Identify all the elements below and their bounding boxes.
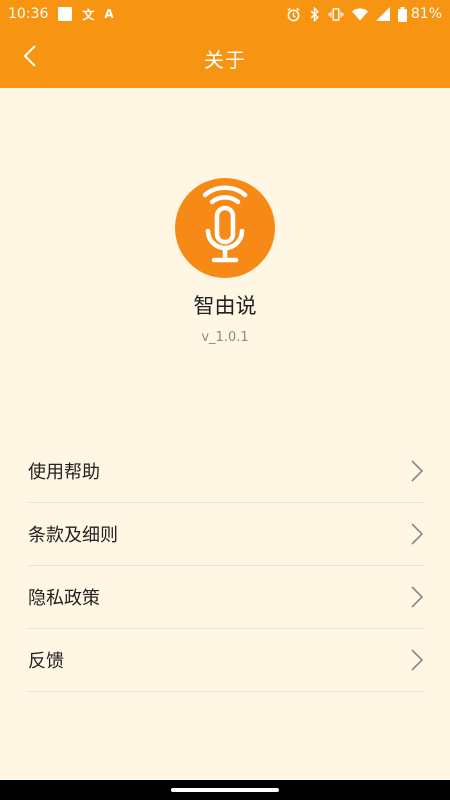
notification-glyph-a: A: [104, 7, 114, 21]
home-gesture-handle[interactable]: [171, 788, 279, 792]
vibrate-icon: [328, 7, 344, 22]
back-button[interactable]: [8, 36, 52, 80]
menu-item-label: 反馈: [28, 651, 64, 672]
bluetooth-icon: [309, 6, 320, 22]
notification-square-icon: [58, 7, 73, 21]
app-logo: [175, 178, 275, 278]
app-version: v_1.0.1: [201, 330, 249, 345]
menu-item-help[interactable]: 使用帮助: [28, 440, 424, 503]
chevron-right-icon: [410, 522, 424, 546]
signal-icon: [375, 7, 390, 21]
chevron-left-icon: [23, 44, 37, 72]
chevron-right-icon: [410, 648, 424, 672]
status-bar: 10:36 文 A 81%: [0, 0, 450, 28]
battery-percent: 81%: [410, 6, 442, 22]
chevron-right-icon: [410, 459, 424, 483]
menu-item-label: 条款及细则: [28, 525, 118, 546]
system-nav-bar: [0, 780, 450, 800]
battery-indicator: 81%: [397, 6, 442, 22]
microphone-icon: [190, 181, 260, 275]
menu-item-terms[interactable]: 条款及细则: [28, 503, 424, 566]
battery-icon: [397, 6, 407, 22]
notification-glyph-wen: 文: [82, 7, 95, 22]
app-name: 智由说: [193, 294, 257, 318]
page-title: 关于: [204, 47, 246, 72]
header: 关于: [0, 28, 450, 88]
menu-item-feedback[interactable]: 反馈: [28, 629, 424, 692]
menu-item-label: 隐私政策: [28, 588, 100, 609]
alarm-icon: [286, 7, 301, 22]
status-time: 10:36: [8, 6, 49, 22]
menu-item-label: 使用帮助: [28, 462, 100, 483]
menu-list: 使用帮助 条款及细则 隐私政策 反馈: [28, 440, 424, 692]
menu-item-privacy[interactable]: 隐私政策: [28, 566, 424, 629]
wifi-icon: [351, 7, 368, 21]
chevron-right-icon: [410, 585, 424, 609]
